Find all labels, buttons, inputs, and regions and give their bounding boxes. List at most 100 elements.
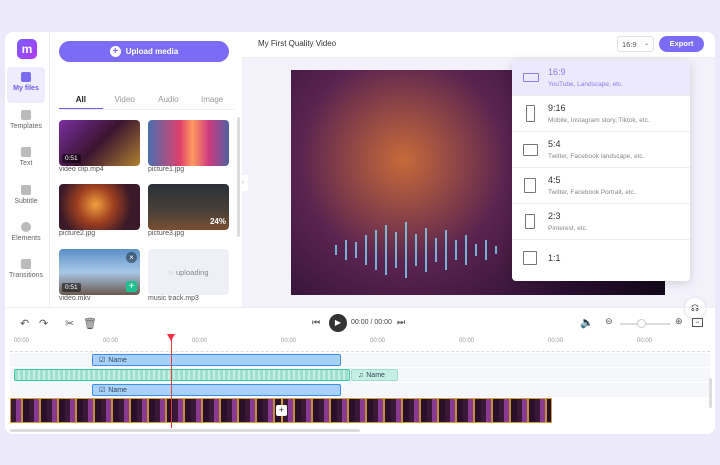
ratio-desc: Twitter, Facebook Portrait, etc. xyxy=(548,189,636,196)
tick-label: 00:00 xyxy=(192,338,208,344)
time-display: 00:00 / 00:00 xyxy=(351,319,392,326)
add-to-timeline-icon[interactable]: + xyxy=(126,281,137,292)
upload-media-button[interactable]: + Upload media xyxy=(59,41,229,62)
horizontal-scrollbar[interactable] xyxy=(10,429,360,432)
ratio-label: 9:16 xyxy=(548,103,566,113)
tab-all[interactable]: All xyxy=(59,95,103,109)
sidebar-item-elements[interactable]: Elements xyxy=(7,217,45,253)
project-title[interactable]: My First Quality Video xyxy=(258,39,336,48)
tab-audio[interactable]: Audio xyxy=(147,95,191,109)
ratio-desc: Pinterest, etc. xyxy=(548,225,588,232)
app-logo: m xyxy=(17,39,37,59)
file-name: picture1.jpg xyxy=(148,166,185,173)
tick-label: 00:00 xyxy=(14,338,30,344)
chevron-down-icon: ⌄ xyxy=(643,41,649,47)
export-button[interactable]: Export xyxy=(659,36,704,52)
time-ruler: 00:00 00:00 00:00 00:00 00:00 00:00 00:0… xyxy=(10,338,710,352)
delete-icon[interactable]: 🗑 xyxy=(83,317,97,330)
ratio-option-4-5[interactable]: 4:5 Twitter, Facebook Portrait, etc. xyxy=(512,168,690,204)
audio-clip[interactable]: ♫ Name xyxy=(351,369,398,381)
thumbnail: 0:51 × + xyxy=(59,249,140,295)
video-clip[interactable] xyxy=(282,398,552,423)
selected-ratio: 16:9 xyxy=(622,40,637,49)
duration-badge: 0:51 xyxy=(62,283,81,292)
audio-waveform xyxy=(335,222,497,278)
portrait-icon xyxy=(526,105,535,122)
music-note-icon: ♫ xyxy=(358,371,364,379)
upload-label: Upload media xyxy=(125,47,179,56)
file-name: video.mkv xyxy=(59,295,91,302)
sidebar-item-templates[interactable]: Templates xyxy=(7,105,45,141)
play-button[interactable]: ▶ xyxy=(329,314,347,332)
video-clip[interactable] xyxy=(10,398,282,423)
sidebar: m My files Templates Text Subtitle Eleme… xyxy=(5,32,50,307)
image-clip[interactable]: ☑ Name xyxy=(92,384,341,396)
sidebar-item-label: Transitions xyxy=(9,272,43,279)
volume-icon[interactable]: 🔈 xyxy=(580,316,594,329)
file-name: video clip.mp4 xyxy=(59,166,104,173)
spinner-icon: ◌ xyxy=(168,267,173,277)
elements-icon xyxy=(21,222,31,232)
skip-back-icon[interactable]: ⏮ xyxy=(312,317,320,328)
media-item[interactable]: picture1.jpg xyxy=(148,120,229,173)
ratio-label: 1:1 xyxy=(548,253,561,263)
vertical-scrollbar[interactable] xyxy=(709,378,712,408)
sidebar-item-transitions[interactable]: Transitions xyxy=(7,254,45,290)
ratio-option-16-9[interactable]: 16:9 YouTube, Landscape, etc. xyxy=(512,60,690,96)
image-clip-icon: ☑ xyxy=(99,387,106,394)
folder-plus-icon xyxy=(21,72,31,82)
undo-icon[interactable]: ↶ xyxy=(20,317,29,330)
redo-icon[interactable]: ↷ xyxy=(39,317,48,330)
aspect-ratio-select[interactable]: 16:9 ⌄ xyxy=(617,36,654,52)
sidebar-item-my-files[interactable]: My files xyxy=(7,67,45,103)
sidebar-item-text[interactable]: Text xyxy=(7,142,45,178)
thumbnail: 0:51 xyxy=(59,120,140,166)
sidebar-item-label: Subtitle xyxy=(14,198,38,205)
ratio-option-5-4[interactable]: 5:4 Twitter, Facebook landscape, etc. xyxy=(512,132,690,168)
playhead-marker-icon[interactable] xyxy=(167,334,175,341)
ratio-desc: YouTube, Landscape, etc. xyxy=(548,81,624,88)
collapse-panel-icon[interactable]: ‹ xyxy=(242,175,248,191)
media-item[interactable]: ◌ uploading music track.mp3 xyxy=(148,249,229,302)
add-transition-icon[interactable]: + xyxy=(276,405,287,416)
tab-video[interactable]: Video xyxy=(103,95,147,109)
transitions-icon xyxy=(21,259,31,269)
zoom-slider[interactable] xyxy=(620,319,670,328)
sidebar-item-subtitle[interactable]: Subtitle xyxy=(7,180,45,216)
top-bar: My First Quality Video 16:9 ⌄ Export xyxy=(242,32,715,58)
templates-icon xyxy=(21,110,31,120)
skip-forward-icon[interactable]: ⏭ xyxy=(397,317,405,328)
playhead[interactable] xyxy=(167,334,175,428)
sidebar-item-label: Elements xyxy=(11,235,41,242)
aspect-ratio-dropdown: 16:9 YouTube, Landscape, etc. 9:16 Mobile,… xyxy=(512,60,690,281)
tab-image[interactable]: Image xyxy=(190,95,234,109)
text-clip[interactable]: ☑ Name xyxy=(92,354,341,366)
media-item[interactable]: 24% picture3.jpg xyxy=(148,184,229,237)
ratio-label: 16:9 xyxy=(548,67,566,77)
tick-label: 00:00 xyxy=(103,338,119,344)
file-name: music track.mp3 xyxy=(148,295,199,302)
sidebar-item-label: Templates xyxy=(10,123,42,130)
media-scrollbar[interactable] xyxy=(237,117,240,237)
ratio-label: 2:3 xyxy=(548,211,561,221)
landscape-icon xyxy=(523,144,538,156)
audio-clip[interactable] xyxy=(14,369,350,381)
ratio-option-2-3[interactable]: 2:3 Pinterest, etc. xyxy=(512,204,690,240)
thumbnail xyxy=(59,184,140,230)
fit-timeline-icon[interactable]: ↔ xyxy=(692,318,703,327)
ratio-option-1-1[interactable]: 1:1 xyxy=(512,240,690,276)
file-name: picture2.jpg xyxy=(59,230,96,237)
sidebar-item-label: My files xyxy=(13,85,39,92)
upload-progress: 24% xyxy=(209,217,226,226)
media-item[interactable]: 0:51 video clip.mp4 xyxy=(59,120,140,173)
zoom-slider-handle[interactable] xyxy=(637,319,646,328)
scissors-icon[interactable]: ✂ xyxy=(65,317,74,330)
ratio-option-9-16[interactable]: 9:16 Mobile, Instagram story, Tiktok, etc… xyxy=(512,96,690,132)
text-icon xyxy=(21,147,31,157)
zoom-in-icon[interactable]: ⊕ xyxy=(675,316,683,327)
media-item[interactable]: picture2.jpg xyxy=(59,184,140,237)
remove-icon[interactable]: × xyxy=(126,252,137,263)
portrait-icon xyxy=(525,214,535,229)
media-item[interactable]: 0:51 × + video.mkv xyxy=(59,249,140,302)
zoom-out-icon[interactable]: ⊖ xyxy=(605,316,613,327)
